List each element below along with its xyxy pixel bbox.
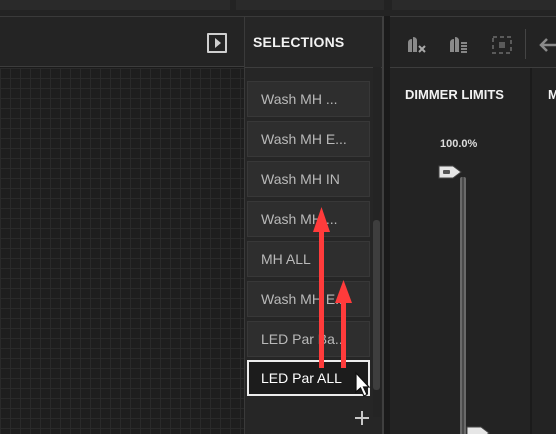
selections-panel: SELECTIONS Wash MH ... Wash MH E... Wash…	[244, 16, 384, 434]
stage-view-panel	[0, 16, 244, 434]
top-strip-segment	[0, 0, 230, 10]
select-region-icon[interactable]	[490, 34, 514, 56]
selection-item[interactable]: Wash MH ...	[247, 201, 370, 237]
slider-handle-top[interactable]	[437, 164, 463, 180]
dimmer-panel: DIMMER LIMITS M 100.0%	[390, 16, 556, 434]
selections-title: SELECTIONS	[253, 34, 345, 50]
toolbar-separator	[525, 29, 526, 59]
top-strip-segment	[392, 0, 556, 10]
scrollbar-thumb[interactable]	[373, 220, 380, 390]
dimmer-limits-title: DIMMER LIMITS	[405, 87, 504, 102]
selection-item[interactable]: Wash MH ...	[247, 81, 370, 117]
next-column-title: M	[548, 87, 556, 102]
stage-grid[interactable]	[0, 68, 244, 434]
selection-item[interactable]: Wash MH E...	[247, 281, 370, 317]
selection-item[interactable]: MH ALL	[247, 241, 370, 277]
panel-collapse-icon[interactable]	[207, 33, 227, 53]
selection-item[interactable]: LED Par Ba...	[247, 321, 370, 357]
header-divider	[245, 67, 383, 68]
stage-view-header	[0, 17, 244, 67]
selection-item-active[interactable]: LED Par ALL	[247, 360, 370, 396]
dimmer-limit-value: 100.0%	[440, 138, 478, 150]
slider-handle-bottom[interactable]	[465, 425, 491, 434]
selections-scrollbar[interactable]	[373, 67, 381, 417]
mute-fixtures-icon[interactable]	[404, 34, 428, 56]
highlight-fixtures-icon[interactable]	[446, 34, 470, 56]
dimmer-limit-slider[interactable]	[460, 177, 466, 434]
top-strip	[0, 0, 556, 16]
selection-item[interactable]: Wash MH E...	[247, 121, 370, 157]
column-separator	[530, 68, 532, 434]
back-arrow-icon[interactable]	[534, 34, 556, 56]
top-strip-segment	[236, 0, 384, 10]
selection-item[interactable]: Wash MH IN	[247, 161, 370, 197]
plus-icon[interactable]	[353, 409, 371, 427]
